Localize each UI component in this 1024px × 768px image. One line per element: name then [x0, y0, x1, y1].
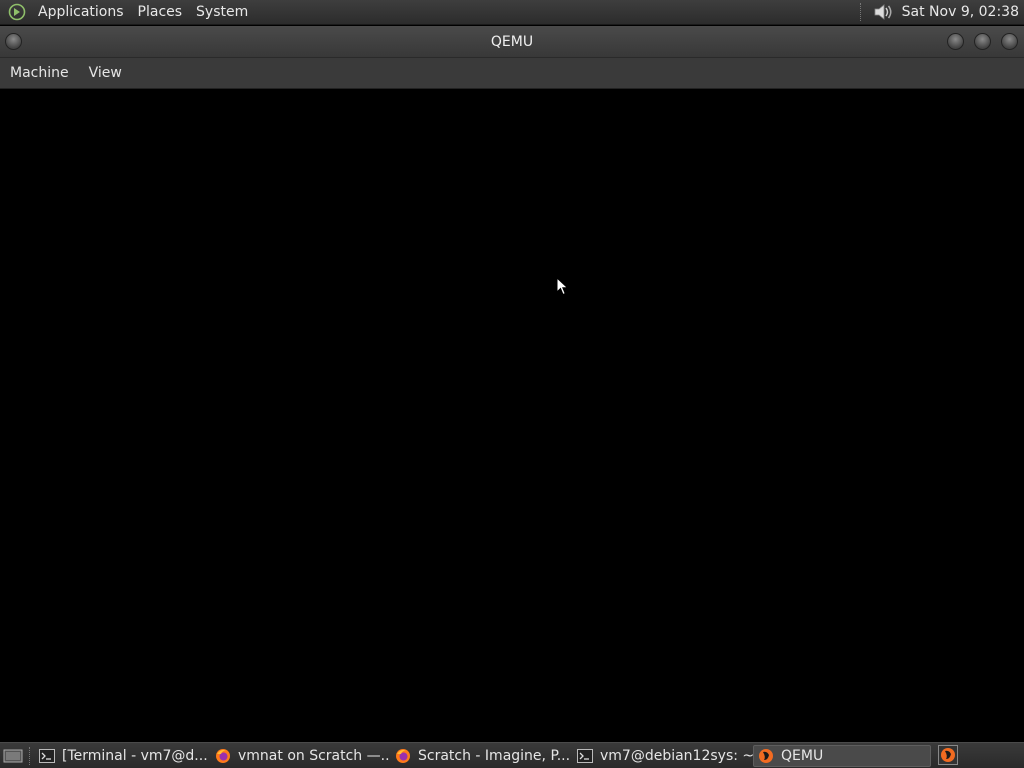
applications-menu[interactable]: Applications [31, 4, 131, 20]
mouse-cursor-icon [556, 276, 570, 301]
taskbar-separator [29, 746, 31, 765]
task-label: Scratch - Imagine, P... [418, 747, 571, 764]
volume-icon[interactable] [872, 1, 894, 23]
window-titlebar[interactable]: QEMU [0, 26, 1024, 58]
terminal-icon [39, 748, 55, 764]
places-menu[interactable]: Places [131, 4, 190, 20]
task-label: QEMU [781, 747, 824, 764]
qemu-tray-icon[interactable] [938, 745, 958, 765]
close-button[interactable] [1001, 33, 1018, 50]
maximize-button[interactable] [974, 33, 991, 50]
clock[interactable]: Sat Nov 9, 02:38 [902, 4, 1024, 20]
qemu-icon [758, 748, 774, 764]
task-firefox-scratch[interactable]: Scratch - Imagine, P... [391, 745, 573, 767]
firefox-icon [215, 748, 231, 764]
firefox-icon [395, 748, 411, 764]
task-label: [Terminal - vm7@d... [62, 747, 208, 764]
task-label: vmnat on Scratch —... [238, 747, 391, 764]
task-qemu[interactable]: QEMU [753, 744, 931, 767]
vm-display[interactable] [0, 90, 1024, 740]
machine-menu[interactable]: Machine [0, 65, 79, 81]
window-menu-button[interactable] [5, 33, 22, 50]
window-title: QEMU [490, 33, 534, 50]
terminal-icon [577, 748, 593, 764]
minimize-button[interactable] [947, 33, 964, 50]
task-firefox-vmnat[interactable]: vmnat on Scratch —... [211, 745, 391, 767]
show-desktop-icon[interactable] [1, 745, 25, 767]
distro-logo-icon[interactable] [7, 2, 27, 22]
bottom-taskbar: [Terminal - vm7@d... vmnat on Scratch —.… [0, 742, 1024, 768]
task-terminal-1[interactable]: [Terminal - vm7@d... [35, 745, 211, 767]
task-terminal-2[interactable]: vm7@debian12sys: ~ [573, 745, 753, 767]
qemu-menubar: Machine View [0, 58, 1024, 89]
system-menu[interactable]: System [189, 4, 255, 20]
top-panel: Applications Places System Sat Nov 9, 02… [0, 0, 1024, 25]
view-menu[interactable]: View [79, 65, 132, 81]
panel-separator [859, 3, 862, 21]
task-label: vm7@debian12sys: ~ [600, 747, 753, 764]
